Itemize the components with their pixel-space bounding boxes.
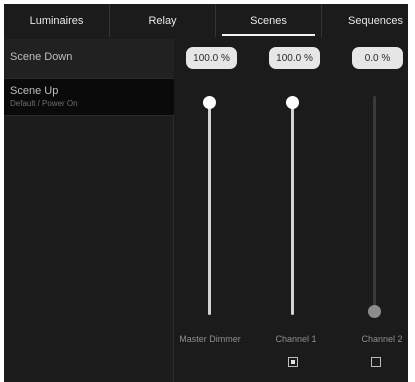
channel-1: 100.0 % Channel 1 (258, 39, 334, 382)
fader-panel: 100.0 % Master Dimmer 100.0 % Channel 1 … (175, 39, 408, 382)
scenes-app: Luminaires Relay Scenes Sequences Scene … (4, 4, 408, 382)
slider-thumb[interactable] (203, 96, 216, 109)
slider-fill (208, 102, 211, 315)
channel-label: Channel 1 (275, 334, 317, 344)
scene-item-scene-down[interactable]: Scene Down (4, 39, 174, 79)
scene-name: Scene Down (10, 51, 73, 63)
channel-2: 0.0 % Channel 2 (341, 39, 408, 382)
slider-fill (291, 102, 294, 315)
channel-label: Master Dimmer (179, 334, 241, 344)
slider-track[interactable] (203, 96, 216, 315)
channel-label: Channel 2 (361, 334, 403, 344)
tab-sequences[interactable]: Sequences (322, 4, 408, 37)
tab-bar: Luminaires Relay Scenes Sequences (4, 4, 408, 37)
value-display[interactable]: 100.0 % (269, 47, 320, 69)
tab-scenes[interactable]: Scenes (216, 4, 322, 37)
tab-luminaires[interactable]: Luminaires (4, 4, 110, 37)
channel-master-dimmer: 100.0 % Master Dimmer (175, 39, 251, 382)
value-display[interactable]: 0.0 % (352, 47, 403, 69)
channel-checkbox[interactable] (288, 357, 298, 367)
slider-thumb[interactable] (286, 96, 299, 109)
value-display[interactable]: 100.0 % (186, 47, 237, 69)
channel-checkbox[interactable] (371, 357, 381, 367)
slider-thumb[interactable] (368, 305, 381, 318)
scene-item-scene-up[interactable]: Scene Up Default / Power On (4, 79, 174, 116)
scene-subtitle: Default / Power On (10, 99, 78, 108)
tab-relay[interactable]: Relay (110, 4, 216, 37)
slider-track[interactable] (368, 96, 381, 318)
scene-list: Scene Down Scene Up Default / Power On (4, 39, 174, 382)
scene-name: Scene Up (10, 85, 59, 97)
slider-track[interactable] (286, 96, 299, 315)
